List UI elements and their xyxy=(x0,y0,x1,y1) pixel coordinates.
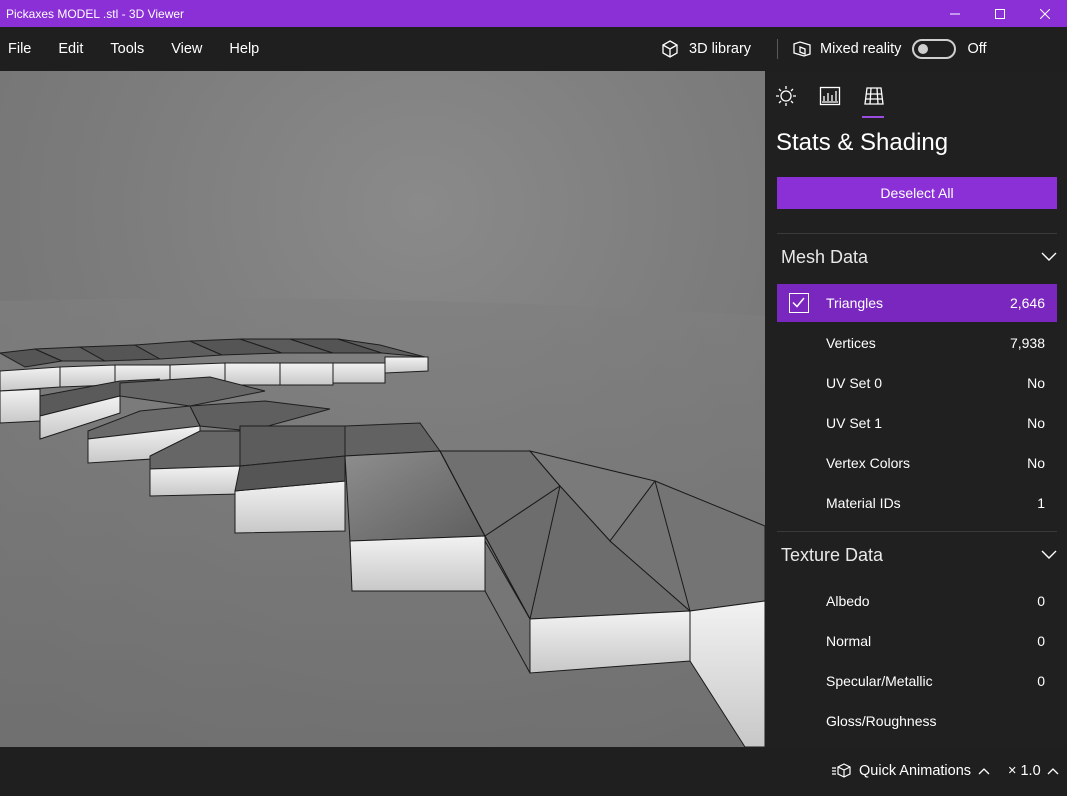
panel-title: Stats & Shading xyxy=(776,129,949,156)
speed-selector[interactable]: × 1.0 xyxy=(1008,763,1059,779)
mesh-row-triangles[interactable]: Triangles 2,646 xyxy=(777,284,1057,322)
texture-row-label: Albedo xyxy=(826,593,870,609)
mesh-row-value: No xyxy=(1027,415,1045,431)
mesh-row-value: No xyxy=(1027,375,1045,391)
mesh-data-header[interactable]: Mesh Data xyxy=(781,242,1057,272)
minimize-button[interactable] xyxy=(932,0,977,27)
texture-row-label: Gloss/Roughness xyxy=(826,713,937,729)
close-icon xyxy=(1039,8,1050,19)
cube-icon xyxy=(662,40,678,58)
mesh-row-label: Material IDs xyxy=(826,495,901,511)
speed-value: × 1.0 xyxy=(1008,763,1041,779)
mesh-row-value: No xyxy=(1027,455,1045,471)
mixed-reality-toggle[interactable] xyxy=(912,39,957,59)
mesh-data-title: Mesh Data xyxy=(781,246,869,267)
stats-icon xyxy=(819,86,841,106)
mesh-row-value: 7,938 xyxy=(1009,335,1045,351)
texture-row-specular-metallic[interactable]: Specular/Metallic 0 xyxy=(777,662,1057,700)
mesh-row-uv-set-1[interactable]: UV Set 1 No xyxy=(777,404,1057,442)
section-divider xyxy=(777,233,1057,234)
mesh-row-vertex-colors[interactable]: Vertex Colors No xyxy=(777,444,1057,482)
mixed-reality-button[interactable]: Mixed reality xyxy=(792,39,901,59)
mesh-row-uv-set-0[interactable]: UV Set 0 No xyxy=(777,364,1057,402)
tab-grid[interactable] xyxy=(863,85,907,117)
texture-row-value: 0 xyxy=(1037,673,1045,689)
checkmark-icon xyxy=(792,297,805,308)
window-title: Pickaxes MODEL .stl - 3D Viewer xyxy=(6,6,185,21)
mesh-row-material-ids[interactable]: Material IDs 1 xyxy=(777,484,1057,522)
texture-row-normal[interactable]: Normal 0 xyxy=(777,622,1057,660)
section-divider xyxy=(777,531,1057,532)
3d-library-button[interactable]: 3D library xyxy=(660,39,751,59)
menu-file[interactable]: File xyxy=(8,41,31,57)
tab-lighting[interactable] xyxy=(775,85,819,117)
texture-row-albedo[interactable]: Albedo 0 xyxy=(777,582,1057,620)
deselect-all-button[interactable]: Deselect All xyxy=(777,177,1057,209)
texture-row-value: 0 xyxy=(1037,633,1045,649)
close-button[interactable] xyxy=(1022,0,1067,27)
window-controls xyxy=(932,0,1067,27)
mixed-reality-label: Mixed reality xyxy=(820,41,902,57)
minimize-icon xyxy=(949,13,960,14)
texture-row-value: 0 xyxy=(1037,593,1045,609)
animation-icon xyxy=(832,763,851,778)
texture-row-label: Normal xyxy=(826,633,872,649)
texture-row-gloss-roughness[interactable]: Gloss/Roughness xyxy=(777,702,1057,740)
main-menu: File Edit Tools View Help xyxy=(0,27,278,71)
chevron-up-icon xyxy=(978,768,990,775)
texture-row-label: Specular/Metallic xyxy=(826,673,933,689)
toggle-state-label: Off xyxy=(967,41,987,57)
title-bar: Pickaxes MODEL .stl - 3D Viewer xyxy=(0,0,1067,27)
3d-viewport[interactable] xyxy=(0,71,765,747)
stats-shading-panel: Stats & Shading Deselect All Mesh Data T… xyxy=(765,71,1067,747)
mesh-row-label: Triangles xyxy=(826,295,884,311)
quick-animations-label: Quick Animations xyxy=(859,763,972,779)
menu-help[interactable]: Help xyxy=(229,41,259,57)
texture-data-title: Texture Data xyxy=(781,544,884,565)
menu-divider xyxy=(777,39,779,59)
chevron-down-icon xyxy=(1041,252,1057,261)
tab-stats[interactable] xyxy=(819,85,884,118)
grid-icon xyxy=(864,87,884,105)
panel-tabs xyxy=(775,85,907,118)
mesh-row-value: 1 xyxy=(1037,495,1045,511)
3d-library-label: 3D library xyxy=(689,41,752,57)
menu-edit[interactable]: Edit xyxy=(58,41,83,57)
mesh-row-value: 2,646 xyxy=(1009,295,1045,311)
chevron-up-icon xyxy=(1047,768,1059,775)
mesh-row-vertices[interactable]: Vertices 7,938 xyxy=(777,324,1057,362)
menu-tools[interactable]: Tools xyxy=(110,41,144,57)
maximize-button[interactable] xyxy=(977,0,1022,27)
quick-animations-button[interactable]: Quick Animations xyxy=(832,763,997,779)
mesh-row-label: UV Set 0 xyxy=(826,375,883,391)
mesh-row-label: UV Set 1 xyxy=(826,415,883,431)
mesh-row-label: Vertex Colors xyxy=(826,455,911,471)
menu-view[interactable]: View xyxy=(171,41,202,57)
mesh-row-label: Vertices xyxy=(826,335,876,351)
maximize-icon xyxy=(994,8,1005,19)
bottom-bar: Quick Animations × 1.0 xyxy=(0,747,1067,796)
toggle-knob xyxy=(918,44,929,54)
menu-bar: File Edit Tools View Help 3D library Mix… xyxy=(0,27,1067,71)
checkbox[interactable] xyxy=(789,293,809,313)
model-render xyxy=(0,71,765,747)
chevron-down-icon xyxy=(1041,550,1057,559)
menu-right-group: 3D library Mixed reality Off xyxy=(660,27,987,71)
lighting-icon xyxy=(776,86,796,106)
mixed-reality-icon xyxy=(793,41,811,57)
texture-data-header[interactable]: Texture Data xyxy=(781,540,1057,570)
